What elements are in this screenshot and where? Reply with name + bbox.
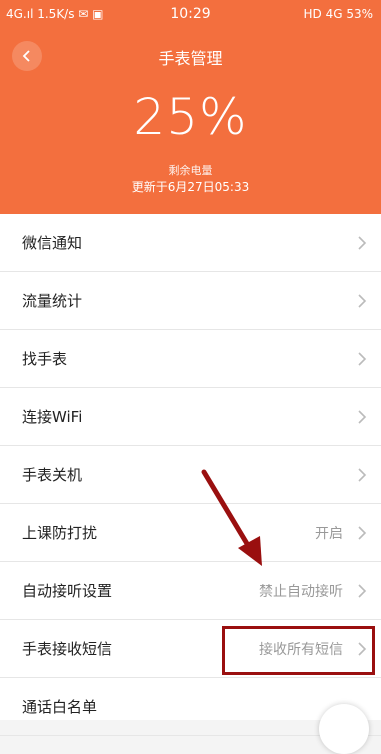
menu-item-data-usage[interactable]: 流量统计	[0, 272, 381, 330]
menu-item-value: 接收所有短信	[259, 642, 343, 658]
chevron-right-icon	[358, 642, 367, 656]
menu-item-label: 手表接收短信	[22, 640, 113, 658]
menu-item-auto-answer[interactable]: 自动接听设置 禁止自动接听	[0, 562, 381, 620]
menu-item-label: 连接WiFi	[22, 408, 83, 426]
chevron-right-icon	[358, 584, 367, 598]
menu-item-class-dnd[interactable]: 上课防打扰 开启	[0, 504, 381, 562]
menu-item-receive-sms[interactable]: 手表接收短信 接收所有短信	[0, 620, 381, 678]
menu-item-label: 上课防打扰	[22, 524, 98, 542]
header: 4G.ıl 1.5K/s ✉ ▣ 10:29 HD 4G 53% 手表管理 25…	[0, 0, 381, 214]
menu-item-label: 微信通知	[22, 234, 83, 252]
menu-item-label: 找手表	[22, 350, 68, 368]
page-title: 手表管理	[158, 49, 223, 68]
menu-item-label: 自动接听设置	[22, 582, 113, 600]
chevron-right-icon	[358, 236, 367, 250]
menu-item-power-off[interactable]: 手表关机	[0, 446, 381, 504]
menu-item-label: 流量统计	[22, 292, 83, 310]
chevron-right-icon	[358, 294, 367, 308]
floating-button[interactable]	[319, 704, 369, 754]
menu-item-wechat-notify[interactable]: 微信通知	[0, 214, 381, 272]
battery-label: 剩余电量	[168, 164, 213, 177]
menu-item-value: 禁止自动接听	[259, 584, 343, 600]
menu-item-value: 开启	[315, 526, 343, 542]
status-bar: 4G.ıl 1.5K/s ✉ ▣ 10:29 HD 4G 53%	[0, 0, 381, 30]
status-right: HD 4G 53%	[303, 7, 374, 21]
menu-item-find-watch[interactable]: 找手表	[0, 330, 381, 388]
menu-item-wifi[interactable]: 连接WiFi	[0, 388, 381, 446]
chevron-right-icon	[358, 468, 367, 482]
menu-item-label: 手表关机	[22, 466, 83, 484]
menu-item-label: 通话白名单	[22, 698, 98, 716]
battery-percent: 25%	[133, 88, 248, 146]
chevron-right-icon	[358, 410, 367, 424]
chevron-right-icon	[358, 352, 367, 366]
chevron-right-icon	[358, 526, 367, 540]
settings-list: 微信通知 流量统计 找手表 连接WiFi 手表关机 上课防打扰 开启 自动接听设…	[0, 214, 381, 736]
updated-time: 更新于6月27日05:33	[131, 180, 250, 194]
